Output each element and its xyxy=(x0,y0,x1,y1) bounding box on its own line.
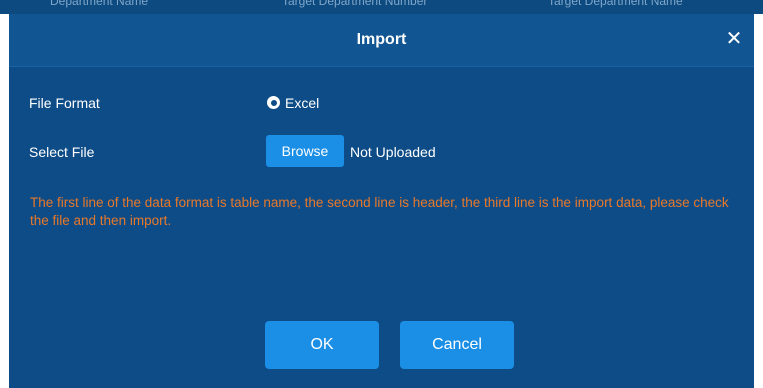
excel-option-label[interactable]: Excel xyxy=(285,95,319,111)
dialog-titlebar: Import ✕ xyxy=(9,14,754,67)
close-icon[interactable]: ✕ xyxy=(723,27,745,51)
background-column-header: Target Department Number xyxy=(282,0,428,8)
background-column-header: Target Department Name xyxy=(548,0,683,8)
excel-radio-button[interactable] xyxy=(267,96,280,109)
dialog-title: Import xyxy=(356,31,407,48)
import-hint-text: The first line of the data format is tab… xyxy=(30,195,729,228)
background-column-header: Department Name xyxy=(50,0,149,8)
browse-button[interactable]: Browse xyxy=(266,135,344,167)
upload-status-text: Not Uploaded xyxy=(350,144,436,160)
background-table-header: Department Name Target Department Number… xyxy=(0,0,763,14)
screen: Department Name Target Department Number… xyxy=(0,0,763,388)
select-file-label: Select File xyxy=(29,144,95,160)
file-format-label: File Format xyxy=(29,95,100,111)
import-dialog: Import ✕ File Format Excel Select File B… xyxy=(9,14,754,388)
ok-button[interactable]: OK xyxy=(265,321,379,369)
cancel-button[interactable]: Cancel xyxy=(400,321,514,369)
